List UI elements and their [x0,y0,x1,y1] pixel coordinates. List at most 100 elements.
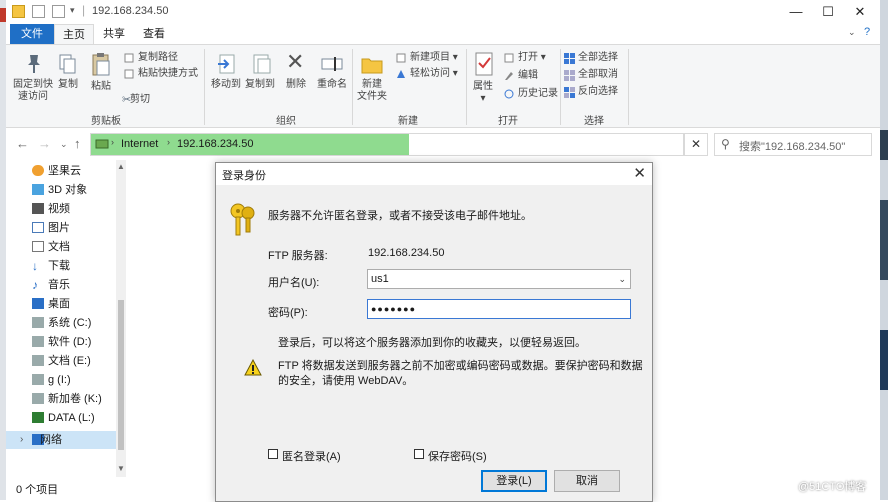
pin-icon [28,55,40,73]
stop-loading-button[interactable]: ✕ [684,133,708,156]
nav-item-3d-objects[interactable]: 3D 对象 [6,181,116,199]
recent-locations-icon[interactable]: ⌄ [60,139,68,150]
close-button[interactable]: ✕ [840,0,880,24]
navigation-bar: ← → ⌄ ↑ › Internet › 192.168.234.50 ✕ ⚲ … [6,130,880,160]
new-folder-quick-icon[interactable] [52,5,65,18]
copy-to-icon [253,54,271,74]
username-value: us1 [371,273,389,285]
drive-icon [32,374,44,385]
easy-access-button[interactable]: 轻松访问 ▾ [410,67,458,81]
copy-path-button[interactable]: 复制路径 [138,51,178,65]
pin-to-quick-access-button[interactable]: 固定到快 速访问 [8,79,58,103]
ribbon-separator [466,49,467,125]
nav-item-jianguoyun[interactable]: 坚果云 [6,162,116,180]
properties-button[interactable]: 属性 ▾ [468,81,498,105]
nav-item-drive-k[interactable]: 新加卷 (K:) [6,390,116,408]
customize-quick-access-icon[interactable]: ▾ [70,5,75,16]
copy-icon [59,54,76,74]
cut-button[interactable]: 剪切 [130,93,150,107]
anonymous-login-label[interactable]: 匿名登录(A) [282,448,341,464]
breadcrumb-internet[interactable]: Internet [121,138,158,150]
organize-group-label: 组织 [276,116,296,127]
invert-selection-button[interactable]: 反向选择 [578,85,618,99]
select-none-icon [564,70,575,81]
new-folder-button[interactable]: 新建 文件夹 [352,79,392,103]
nav-item-downloads[interactable]: ↓ 下载 [6,257,116,275]
nav-item-desktop[interactable]: 桌面 [6,295,116,313]
nav-item-drive-i[interactable]: g (I:) [6,371,116,389]
watermark: @51CTO博客 [798,481,867,493]
nav-item-drive-d[interactable]: 软件 (D:) [6,333,116,351]
password-input[interactable]: ●●●●●●● [367,299,631,319]
open-icon [504,53,514,63]
address-bar[interactable]: › Internet › 192.168.234.50 [90,133,684,156]
select-all-button[interactable]: 全部选择 [578,51,618,65]
nav-item-drive-l[interactable]: DATA (L:) [6,409,116,427]
new-folder-icon [361,58,383,74]
search-placeholder: 搜索"192.168.234.50" [739,141,846,153]
select-none-button[interactable]: 全部取消 [578,68,618,82]
breadcrumb-server[interactable]: 192.168.234.50 [177,138,253,150]
drive-icon [32,355,44,366]
save-password-label[interactable]: 保存密码(S) [428,448,487,464]
invert-selection-icon [564,87,575,98]
nav-item-network[interactable]: › 网络 [6,431,116,449]
chevron-down-icon[interactable]: ⌄ [618,270,626,288]
ribbon-tabs: 文件 主页 共享 查看 ⌄ ? [6,24,880,44]
paste-button[interactable]: 粘贴 [86,81,116,93]
login-button[interactable]: 登录(L) [481,470,547,492]
dialog-close-button[interactable]: ✕ [633,164,646,182]
cancel-button[interactable]: 取消 [554,470,620,492]
nav-item-drive-c[interactable]: 系统 (C:) [6,314,116,332]
tab-view[interactable]: 查看 [134,24,174,44]
move-to-button[interactable]: 移动到 [208,79,244,91]
scroll-up-icon[interactable]: ▲ [117,162,125,171]
desktop-background-right [880,0,888,500]
tab-share[interactable]: 共享 [94,24,134,44]
video-icon [32,203,44,214]
nav-item-documents[interactable]: 文档 [6,238,116,256]
save-password-checkbox[interactable] [414,449,424,459]
dialog-message: 服务器不允许匿名登录，或者不接受该电子邮件地址。 [268,210,532,222]
nav-item-music[interactable]: ♪ 音乐 [6,276,116,294]
rename-button[interactable]: 重命名 [312,79,352,91]
keys-icon [230,203,255,236]
history-button[interactable]: 历史记录 [518,87,558,101]
ftp-server-value: 192.168.234.50 [368,247,445,259]
forward-arrow-icon[interactable]: → [38,136,51,151]
password-label: 密码(P): [268,307,308,319]
back-arrow-icon[interactable]: ← [16,136,29,151]
rename-icon [321,57,343,71]
drive-icon [32,393,44,404]
new-group-label: 新建 [398,116,418,127]
item-count: 0 个项目 [16,484,59,496]
anonymous-login-checkbox[interactable] [268,449,278,459]
download-arrow-icon: ↓ [32,259,38,273]
nav-item-videos[interactable]: 视频 [6,200,116,218]
open-button[interactable]: 打开 ▾ [518,51,546,65]
paste-shortcut-button[interactable]: 粘贴快捷方式 [138,67,198,81]
copy-to-button[interactable]: 复制到 [242,79,278,91]
properties-quick-icon[interactable] [32,5,45,18]
tab-home[interactable]: 主页 [54,24,94,44]
tab-file[interactable]: 文件 [10,24,54,44]
delete-button[interactable]: 删除 [282,79,310,91]
scroll-down-icon[interactable]: ▼ [117,464,125,473]
music-note-icon: ♪ [32,278,38,292]
up-arrow-icon[interactable]: ↑ [74,136,81,151]
copy-button[interactable]: 复制 [54,79,82,91]
navigation-pane: 坚果云 3D 对象 视频 图片 文档 ↓ 下载 ♪ 音乐 桌面 系统 (C:) 软件… [6,160,126,477]
nav-scrollbar[interactable]: ▲ ▼ [116,160,126,477]
chevron-right-icon[interactable]: › [20,431,23,449]
help-icon[interactable]: ? [864,26,870,38]
search-box[interactable]: ⚲ 搜索"192.168.234.50" [714,133,872,156]
expand-ribbon-icon[interactable]: ⌄ [848,27,856,38]
edit-button[interactable]: 编辑 [518,69,538,83]
scrollbar-thumb[interactable] [118,300,124,450]
username-combobox[interactable]: us1 ⌄ [367,269,631,289]
pictures-icon [32,222,44,233]
username-label: 用户名(U): [268,277,320,289]
new-item-button[interactable]: 新建项目 ▾ [410,51,458,65]
nav-item-drive-e[interactable]: 文档 (E:) [6,352,116,370]
nav-item-pictures[interactable]: 图片 [6,219,116,237]
